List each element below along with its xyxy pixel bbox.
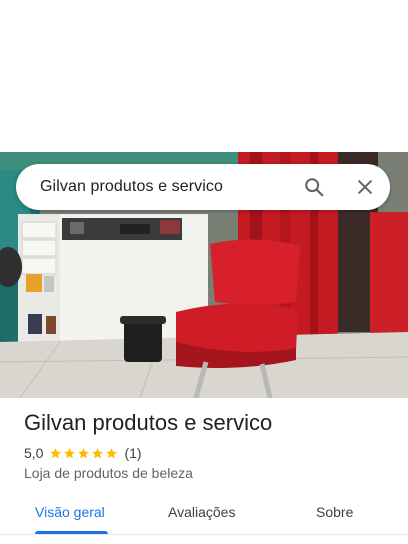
search-query-text[interactable]: Gilvan produtos e servico: [40, 178, 223, 196]
rating-value: 5,0: [24, 445, 44, 461]
tabs-divider: [0, 534, 408, 535]
star-icon: [78, 447, 90, 458]
tab-about[interactable]: Sobre: [316, 504, 353, 520]
star-rating: [49, 447, 118, 460]
place-category[interactable]: Loja de produtos de beleza: [24, 465, 193, 481]
tab-overview[interactable]: Visão geral: [35, 504, 105, 520]
star-icon: [106, 447, 118, 458]
search-icon[interactable]: [300, 173, 328, 201]
close-icon[interactable]: [351, 173, 379, 201]
search-bar[interactable]: Gilvan produtos e servico: [16, 164, 390, 210]
place-tabs: Visão geral Avaliações Sobre: [0, 496, 408, 544]
place-title: Gilvan produtos e servico: [24, 410, 273, 435]
tab-reviews[interactable]: Avaliações: [168, 504, 235, 520]
star-icon: [50, 447, 62, 458]
review-count[interactable]: (1): [124, 445, 141, 461]
star-icon: [64, 447, 76, 458]
maps-place-page: Gilvan produtos e servico Gilvan produto…: [0, 0, 408, 544]
rating-row[interactable]: 5,0 (1): [24, 445, 142, 461]
star-icon: [92, 447, 104, 458]
place-info-panel: Gilvan produtos e servico 5,0 (1) Loja d…: [0, 398, 408, 544]
